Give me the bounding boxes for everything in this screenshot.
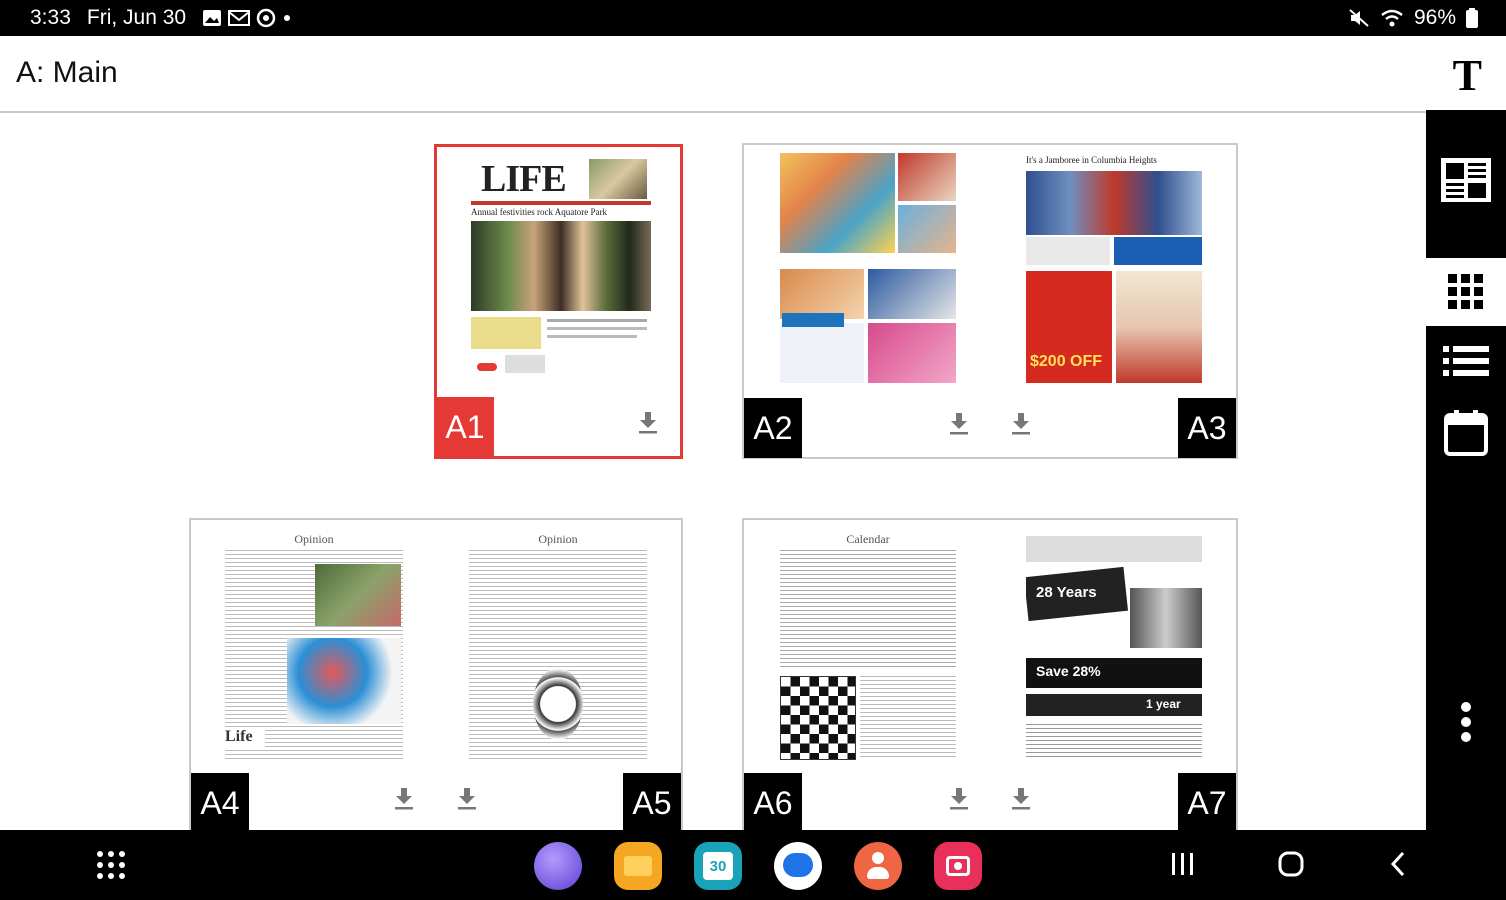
page-thumbnail-a6: Calendar <box>780 528 956 760</box>
page-label-a6: A6 <box>744 773 802 830</box>
a3-headline: It's a Jamboree in Columbia Heights <box>1026 155 1157 165</box>
a4-section: Opinion <box>294 532 334 546</box>
mute-icon <box>1349 9 1369 27</box>
a1-masthead: LIFE <box>481 158 567 200</box>
download-icon[interactable] <box>637 410 659 436</box>
battery-icon <box>1466 8 1478 28</box>
page-label-a3: A3 <box>1178 398 1236 458</box>
a7-promo3: 1 year <box>1146 697 1181 711</box>
text-size-button[interactable]: T <box>1453 50 1482 101</box>
battery-level: 96% <box>1413 6 1456 29</box>
a5-section: Opinion <box>538 532 578 546</box>
a7-promo: 28 Years <box>1036 584 1097 601</box>
dot-icon <box>284 15 291 21</box>
page-tile-a6-a7[interactable]: Calendar 28 Years Save 28% 1 year A6 A7 <box>742 518 1238 830</box>
home-icon[interactable] <box>1277 850 1305 878</box>
list-view-icon <box>1443 346 1489 376</box>
wifi-icon <box>1381 9 1403 27</box>
page-tile-a4-a5[interactable]: Opinion Life Opinion A4 A5 <box>189 518 683 830</box>
view-mode-rail <box>1426 110 1506 830</box>
calendar-app-icon[interactable]: 30 <box>694 842 742 890</box>
a7-promo2: Save 28% <box>1036 663 1101 679</box>
gmail-icon <box>228 10 251 26</box>
app-drawer-icon[interactable] <box>96 850 126 880</box>
status-bar: 3:33 Fri, Jun 30 96% <box>0 0 1506 36</box>
page-thumbnail-a2 <box>780 153 956 385</box>
page-thumbnail-a7: 28 Years Save 28% 1 year <box>1026 528 1202 760</box>
page-label-a2: A2 <box>744 398 802 458</box>
clock: 3:33 <box>30 6 71 29</box>
download-icon[interactable] <box>456 786 478 812</box>
a6-section: Calendar <box>846 532 890 546</box>
page-tile-a2-a3[interactable]: It's a Jamboree in Columbia Heights $200… <box>742 143 1238 459</box>
a3-promo: $200 OFF <box>1030 353 1103 370</box>
page-tile-a1[interactable]: LIFE Annual festivities rock Aquatore Pa… <box>434 144 683 459</box>
gallery-icon <box>203 10 222 26</box>
page-thumbnail-a5: Opinion <box>469 528 647 760</box>
more-vert-icon <box>1461 702 1471 742</box>
samsung-internet-icon[interactable] <box>534 842 582 890</box>
download-icon[interactable] <box>948 411 970 437</box>
page-label-a5: A5 <box>623 773 681 830</box>
back-icon[interactable] <box>1388 850 1408 878</box>
page-label-a7: A7 <box>1178 773 1236 830</box>
list-view-button[interactable] <box>1426 336 1506 386</box>
download-icon[interactable] <box>1010 411 1032 437</box>
date: Fri, Jun 30 <box>86 6 187 29</box>
calendar-button[interactable] <box>1426 406 1506 460</box>
sync-icon <box>256 8 276 28</box>
page-thumbnail-a4: Opinion Life <box>225 528 403 760</box>
my-files-icon[interactable] <box>614 842 662 890</box>
grid-view-icon <box>1448 274 1483 309</box>
page-label-a1: A1 <box>436 397 494 457</box>
grid-view-button[interactable] <box>1426 258 1506 326</box>
page-layout-icon <box>1441 158 1491 202</box>
page-thumbnail-a1: LIFE Annual festivities rock Aquatore Pa… <box>471 155 651 385</box>
calendar-icon <box>1444 410 1488 456</box>
page-layout-button[interactable] <box>1426 110 1506 250</box>
page-grid: LIFE Annual festivities rock Aquatore Pa… <box>0 115 1426 830</box>
contacts-icon[interactable] <box>854 842 902 890</box>
app-bar: A: Main T <box>0 36 1506 113</box>
download-icon[interactable] <box>393 786 415 812</box>
calendar-app-day: 30 <box>703 852 733 880</box>
messages-icon[interactable] <box>774 842 822 890</box>
page-thumbnail-a3: It's a Jamboree in Columbia Heights $200… <box>1026 153 1202 385</box>
page-title: A: Main <box>16 56 118 89</box>
more-options-button[interactable] <box>1426 694 1506 750</box>
taskbar: 30 <box>0 830 1506 900</box>
download-icon[interactable] <box>948 786 970 812</box>
screen-recorder-icon[interactable] <box>934 842 982 890</box>
download-icon[interactable] <box>1010 786 1032 812</box>
recents-icon[interactable] <box>1170 852 1196 876</box>
page-label-a4: A4 <box>191 773 249 830</box>
a1-headline: Annual festivities rock Aquatore Park <box>471 207 607 217</box>
